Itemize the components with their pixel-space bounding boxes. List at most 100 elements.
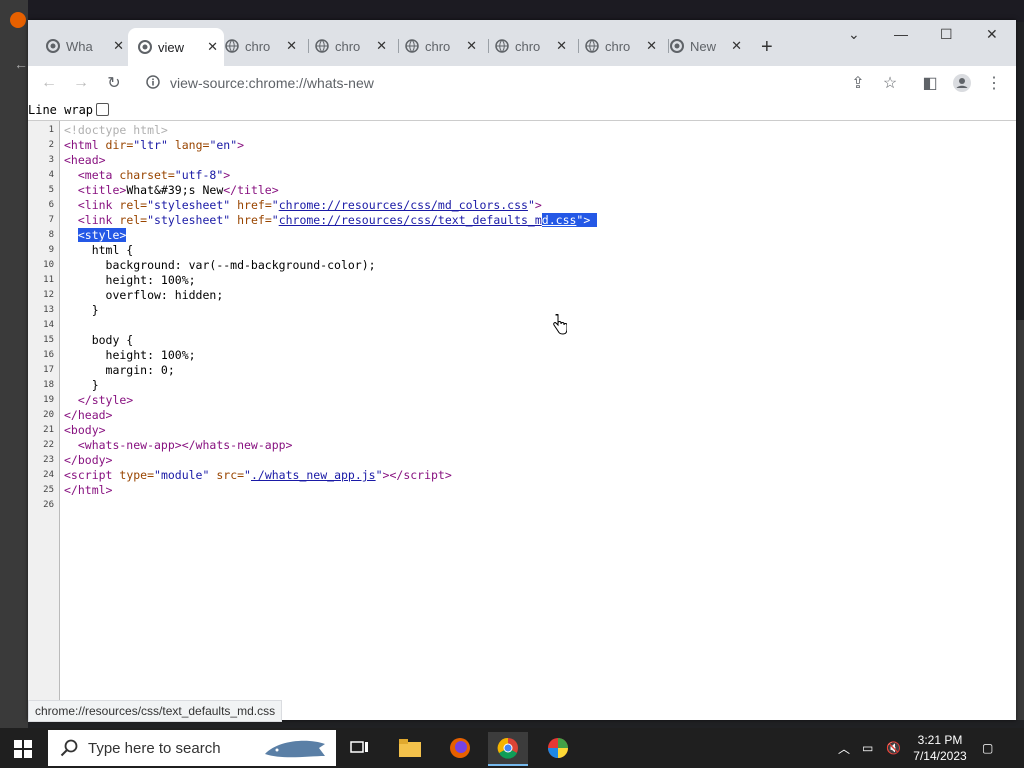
tab-chrome-1[interactable]: chro ✕ [225,34,303,58]
tab-chrome-2[interactable]: chro ✕ [315,34,393,58]
line-code: </html> [64,483,113,497]
line-wrap-label: Line wrap [28,103,94,117]
browser-toolbar: ← → ↻ view-source:chrome://whats-new ⇪ ☆… [28,66,1016,101]
line-wrap-control: Line wrap [28,100,1016,120]
close-tab-icon[interactable]: ✕ [207,39,218,55]
firefox-taskbar-icon[interactable] [440,732,480,764]
line-number: 24 [43,470,54,480]
line-code: html { [64,243,134,257]
profile-avatar[interactable] [951,72,973,94]
tab-view-source[interactable]: view ✕ [128,28,224,66]
close-tab-icon[interactable]: ✕ [466,38,477,54]
line-number: 21 [43,425,54,435]
close-window-button[interactable]: ✕ [986,26,998,43]
source-line: 23 </body> [28,453,1008,468]
reload-button[interactable]: ↻ [103,72,125,94]
close-tab-icon[interactable]: ✕ [556,38,567,54]
line-code: } [64,378,99,392]
volume-muted-icon[interactable]: 🔇 [886,728,901,768]
minimize-button[interactable]: — [894,26,908,42]
source-line: 24 <script type="module" src="./whats_new… [28,468,1008,483]
chrome-taskbar-icon[interactable] [488,732,528,766]
show-hidden-icons-chevron[interactable]: ︿ [838,728,850,768]
file-explorer-icon[interactable] [390,732,430,764]
line-code: <link rel="stylesheet" href="chrome://re… [64,198,542,212]
system-clock[interactable]: 3:21 PM 7/14/2023 [900,732,980,764]
source-line: 26 [28,498,1008,513]
line-number: 4 [48,170,54,180]
tab-search-chevron-icon[interactable]: ⌄ [848,26,860,43]
side-panel-icon[interactable]: ◧ [919,72,941,94]
close-tab-icon[interactable]: ✕ [113,38,124,54]
line-number: 25 [43,485,54,495]
source-line: 6 <link rel="stylesheet" href="chrome://… [28,198,1008,213]
tab-label: view [158,39,185,55]
background-window-titlebar [28,0,1024,22]
share-icon[interactable]: ⇪ [847,72,869,94]
line-code: } [64,303,99,317]
line-code: <html dir="ltr" lang="en"> [64,138,245,152]
globe-icon [405,39,419,53]
tab-label: chro [425,38,451,54]
source-line: 4 <meta charset="utf-8"> [28,168,1008,183]
source-line: 15 body { [28,333,1008,348]
source-line: 14 [28,318,1008,333]
line-number: 14 [43,320,54,330]
tab-new-tab[interactable]: New ✕ [670,34,748,58]
bookmark-star-icon[interactable]: ☆ [879,72,901,94]
clock-time: 3:21 PM [917,733,963,747]
forward-button[interactable]: → [70,72,92,94]
source-viewer: 1 <!doctype html> 2 <html dir="ltr" lang="e… [28,120,1016,721]
line-code: height: 100%; [64,348,196,362]
notification-icon[interactable]: ▢ [982,728,993,768]
windows-start-icon[interactable] [14,740,32,758]
line-number: 19 [43,395,54,405]
tab-label: chro [245,38,271,54]
line-number: 5 [48,185,54,195]
line-number: 7 [48,215,54,225]
line-code: <script type="module" src="./whats_new_a… [64,468,452,482]
tab-separator [578,39,579,53]
close-tab-icon[interactable]: ✕ [646,38,657,54]
maximize-button[interactable]: ☐ [940,26,953,43]
new-tab-button[interactable]: + [761,36,773,59]
status-bar-url: chrome://resources/css/text_defaults_md.… [28,700,283,722]
task-view-icon[interactable] [340,732,380,764]
line-number: 2 [48,140,54,150]
tab-chrome-4[interactable]: chro ✕ [495,34,573,58]
clock-date: 7/14/2023 [913,749,967,763]
back-button[interactable]: ← [38,72,60,94]
hand-cursor-icon [553,314,567,335]
line-number: 16 [43,350,54,360]
background-window-edge [1016,320,1024,720]
line-number: 23 [43,455,54,465]
tab-whats-new[interactable]: Wha ✕ [46,34,130,58]
line-number: 20 [43,410,54,420]
taskbar-search-box[interactable]: Type here to search [48,730,336,766]
line-code: <meta charset="utf-8"> [64,168,231,182]
close-tab-icon[interactable]: ✕ [731,38,742,54]
menu-kebab-icon[interactable]: ⋮ [983,72,1005,94]
line-wrap-checkbox[interactable] [96,103,109,116]
source-line: 9 html { [28,243,1008,258]
info-icon[interactable] [146,75,160,94]
network-icon[interactable]: ▭ [862,728,873,768]
line-number: 3 [48,155,54,165]
tab-chrome-3[interactable]: chro ✕ [405,34,483,58]
source-line: 1 <!doctype html> [28,123,1008,138]
tab-chrome-5[interactable]: chro ✕ [585,34,663,58]
source-line: 7 <link rel="stylesheet" href="chrome://… [28,213,1008,228]
color-app-icon[interactable] [538,732,578,764]
tab-label: chro [605,38,631,54]
windows-taskbar: Type here to search ︿ ▭ 🔇 3:21 PM 7/14/2… [0,728,1024,768]
desktop-background: ← [0,0,28,728]
close-tab-icon[interactable]: ✕ [376,38,387,54]
address-bar[interactable]: view-source:chrome://whats-new [138,70,918,96]
source-line: 5 <title>What&#39;s New</title> [28,183,1008,198]
search-highlight-whale-icon [263,734,329,767]
line-code: <link rel="stylesheet" href="chrome://re… [64,213,598,227]
line-code: <head> [64,153,106,167]
line-number: 8 [48,230,54,240]
line-code: <!doctype html> [64,123,168,137]
close-tab-icon[interactable]: ✕ [286,38,297,54]
